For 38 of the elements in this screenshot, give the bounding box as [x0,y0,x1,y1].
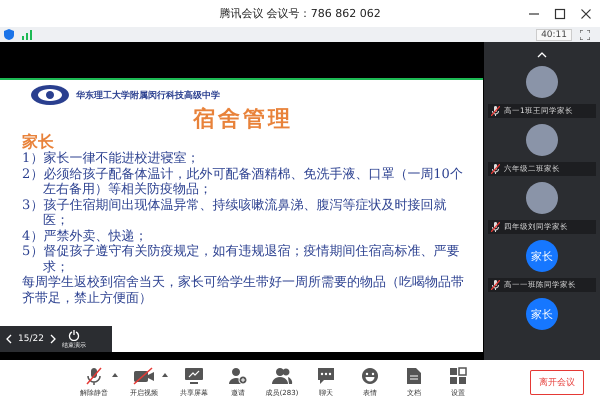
previous-slide-icon[interactable] [6,334,12,344]
power-icon [68,328,80,340]
fullscreen-icon[interactable] [580,30,590,40]
shield-icon[interactable] [4,29,14,40]
microphone-icon [85,367,103,385]
leave-meeting-button[interactable]: 离开会议 [530,370,584,395]
caret-icon[interactable] [112,373,118,377]
slide-title: 宿舍管理 [192,106,294,132]
next-slide-icon[interactable] [50,334,56,344]
avatar-photo-placeholder [526,66,558,98]
avatar: 家长 [526,240,558,272]
meeting-timer: 40:11 [536,28,572,40]
avatar: 家长 [526,298,558,330]
people-icon [271,367,293,385]
slide-paragraph: 每周学生返校到宿舍当天，家长可给学生带好一周所需要的物品（吃喝物品带齐带足，禁止方便面） [21,275,465,306]
grid-icon [449,367,467,385]
maximize-icon[interactable] [554,8,566,20]
caret-icon[interactable] [162,373,168,377]
document-icon [406,367,422,385]
school-name: 华东理工大学附属闵行科技高级中学 [76,89,220,102]
avatar-photo-placeholder [526,124,558,156]
slide-heading: 家长 [21,132,55,151]
chat-bubble-icon [317,367,335,385]
window-title: 腾讯会议 会议号：786 862 062 [219,6,381,21]
school-logo-icon [30,84,70,106]
close-icon[interactable] [580,8,592,20]
slide-paragraph: 4）严禁外卖、快递； [21,228,148,244]
slide-paragraph: 2）必须给孩子配备体温计，此外可配备酒精棉、免洗手液、口罩（一周10个左右备用）等相关防疫物品； [21,166,464,198]
slide-paragraph: 1）家长一律不能进校进寝室； [21,151,200,166]
screen-share-icon [184,367,204,385]
page-counter: 15/22 [18,334,44,344]
add-person-icon [228,367,248,385]
avatar-photo-placeholder [526,182,558,214]
smiley-icon [361,367,379,385]
slide-paragraph: 3）孩子住宿期间出现体温异常、持续咳嗽流鼻涕、腹泻等症状及时接回就医； [21,198,448,228]
scroll-up-icon[interactable] [537,52,547,58]
camera-icon [133,367,155,385]
slide-paragraph: 5）督促孩子遵守有关防疫规定，如有违规退宿；疫情期间住宿高标准、严要求； [21,244,460,275]
